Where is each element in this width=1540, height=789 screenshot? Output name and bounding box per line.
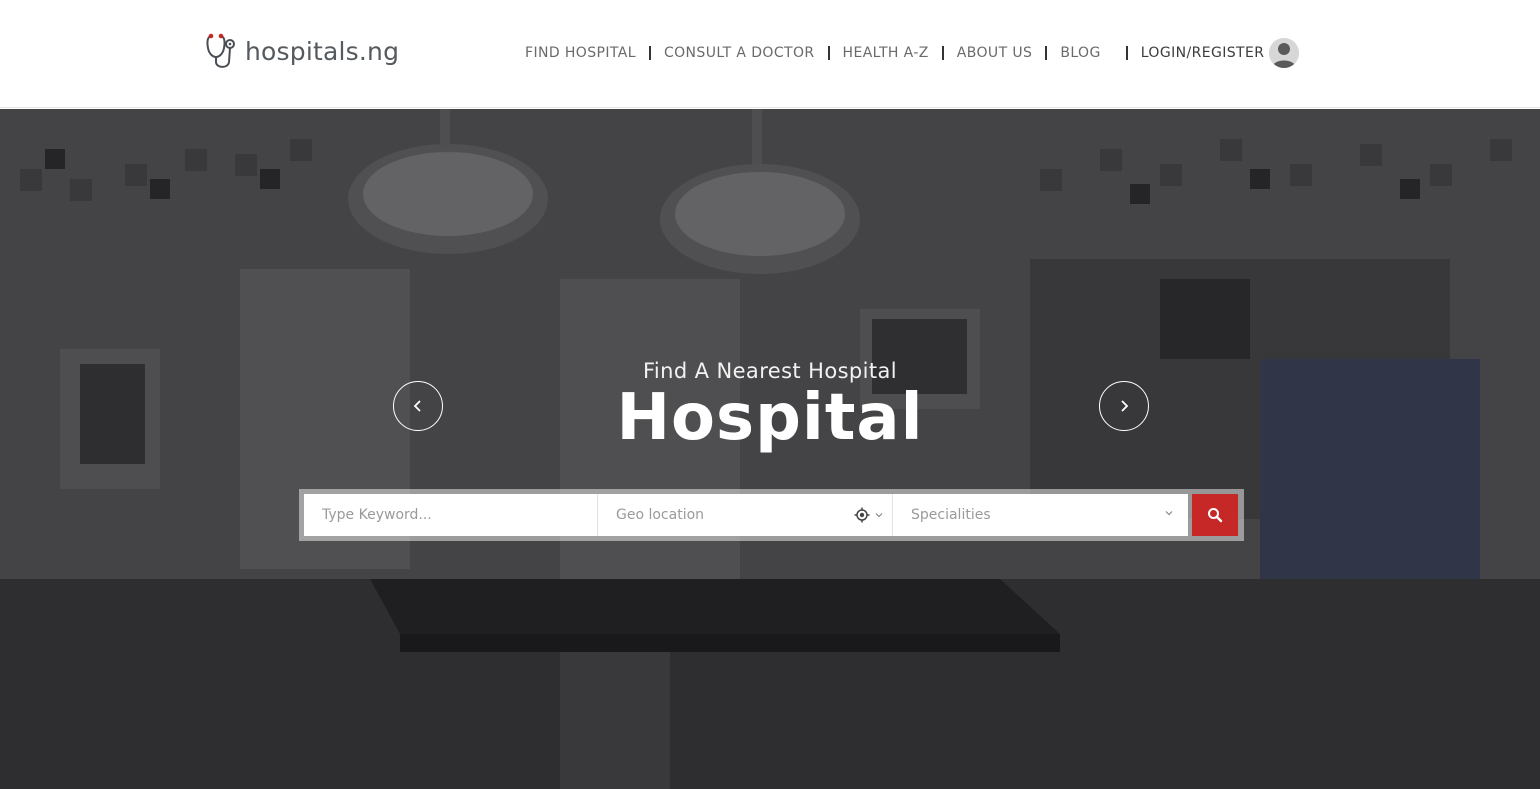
specialities-select[interactable] xyxy=(893,494,1188,536)
chevron-right-icon xyxy=(1121,400,1129,412)
user-avatar-icon[interactable] xyxy=(1269,38,1300,68)
search-button[interactable] xyxy=(1192,494,1238,536)
site-header: hospitals.ng FIND HOSPITAL CONSULT A DOC… xyxy=(0,0,1540,108)
specialities-input[interactable] xyxy=(893,494,1188,536)
search-bar xyxy=(299,489,1244,541)
keyword-input[interactable] xyxy=(304,494,597,536)
chevron-left-icon xyxy=(413,400,421,412)
site-logo[interactable]: hospitals.ng xyxy=(204,31,399,71)
hero-banner: Find A Nearest Hospital Hospital xyxy=(0,109,1540,789)
nav-blog[interactable]: BLOG xyxy=(1047,45,1113,61)
nav-health-a-z[interactable]: HEALTH A-Z xyxy=(830,45,942,61)
stethoscope-icon xyxy=(206,33,235,68)
chevron-down-icon[interactable] xyxy=(874,510,884,520)
geo-location-controls xyxy=(854,507,884,523)
carousel-prev-button[interactable] xyxy=(393,381,443,431)
chevron-down-icon xyxy=(1165,511,1173,516)
geo-location-input[interactable] xyxy=(598,494,892,536)
hero-subtitle: Find A Nearest Hospital xyxy=(642,359,898,383)
geo-location-field xyxy=(598,494,893,536)
search-icon xyxy=(1208,508,1223,523)
hero-title: Hospital xyxy=(616,381,924,455)
locate-icon[interactable] xyxy=(854,507,870,523)
main-nav: FIND HOSPITAL CONSULT A DOCTOR HEALTH A-… xyxy=(512,38,1300,68)
nav-consult-doctor[interactable]: CONSULT A DOCTOR xyxy=(651,45,828,61)
nav-about-us[interactable]: ABOUT US xyxy=(944,45,1046,61)
nav-login-register[interactable]: LOGIN/REGISTER xyxy=(1128,45,1265,61)
nav-find-hospital[interactable]: FIND HOSPITAL xyxy=(512,45,649,61)
carousel-next-button[interactable] xyxy=(1099,381,1149,431)
logo-text: hospitals.ng xyxy=(245,36,400,66)
keyword-field xyxy=(304,494,598,536)
